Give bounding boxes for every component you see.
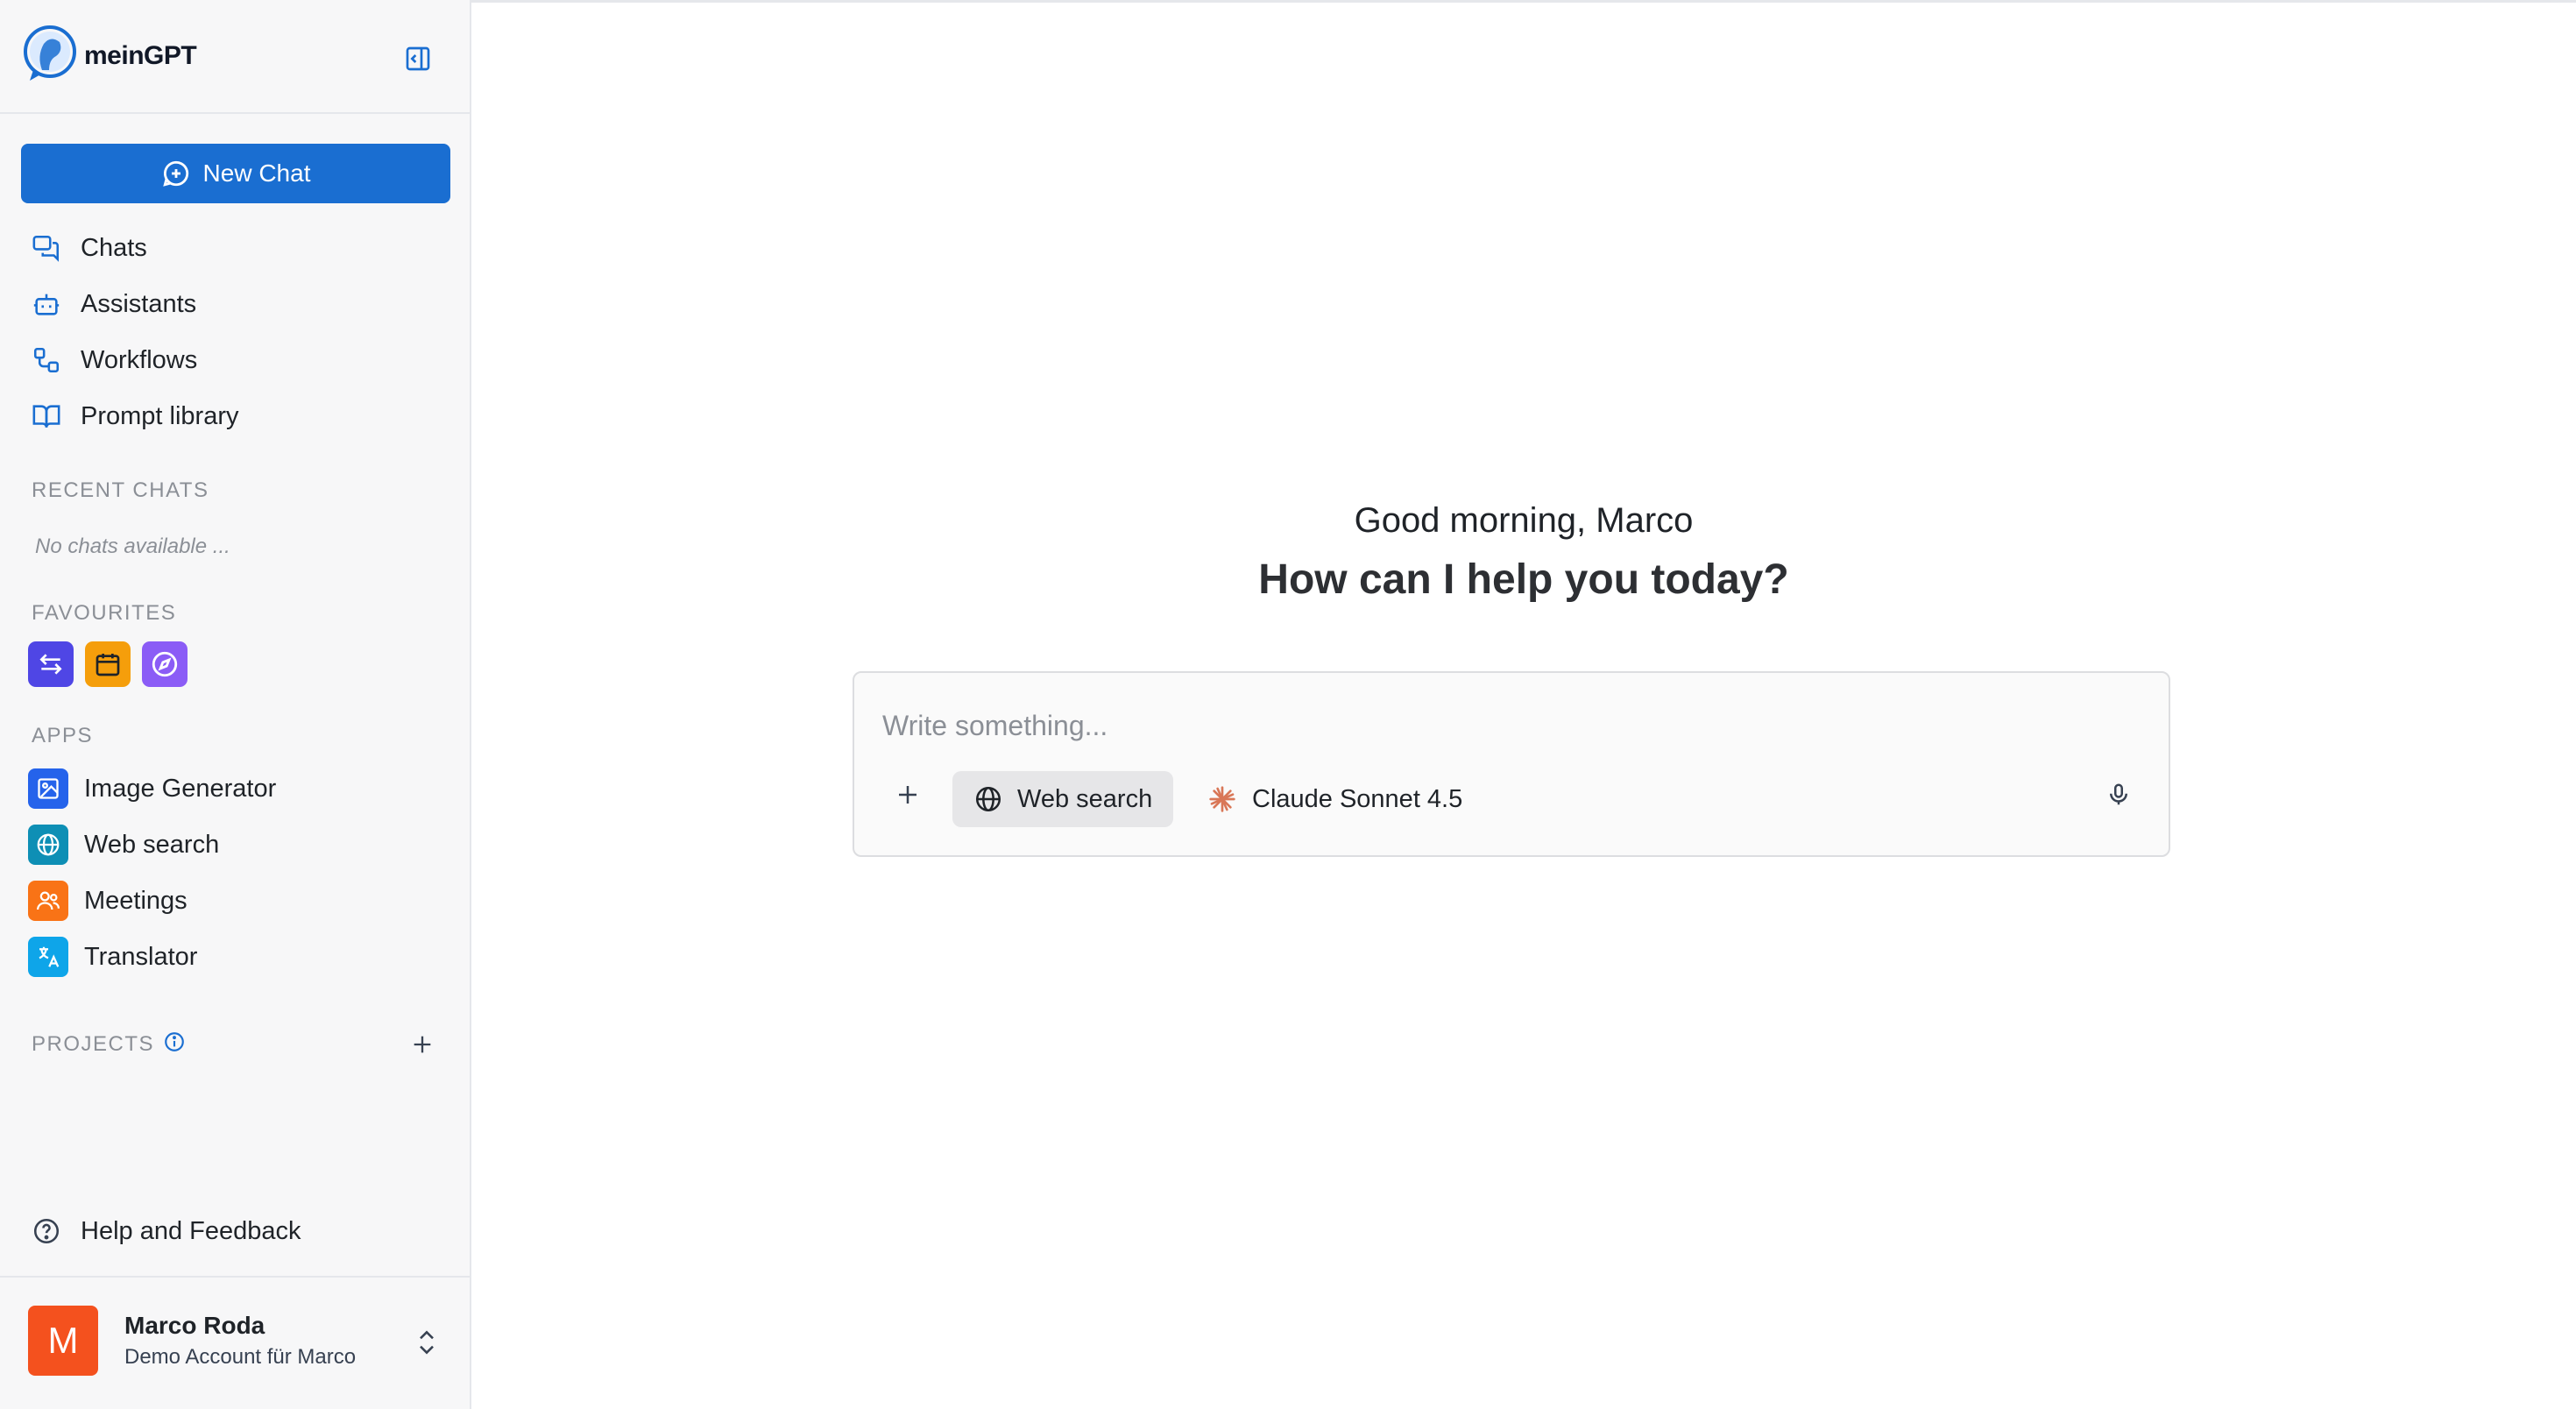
web-search-label: Web search [1017,784,1153,813]
voice-input-button[interactable] [2098,775,2139,815]
plus-icon [414,1036,431,1053]
user-account: Demo Account für Marco [124,1345,357,1369]
meingpt-logo-icon [23,25,77,87]
app-name: meinGPT [84,40,197,70]
app-image-generator[interactable]: Image Generator [28,768,276,809]
chats-icon [30,231,63,265]
favourite-compass[interactable] [142,641,188,687]
workflow-icon [30,343,63,377]
book-icon [30,400,63,433]
nav-item-chats[interactable]: Chats [30,231,147,265]
plus-icon [899,786,916,804]
app-logo[interactable]: meinGPT [23,25,197,87]
help-icon [30,1214,63,1248]
collapse-sidebar-button[interactable] [400,42,436,75]
arrows-exchange-icon [39,654,62,675]
sidebar: meinGPT New Chat Chats Assistants Workfl… [0,0,471,1409]
projects-label: PROJECTS [32,1031,155,1056]
page-title: How can I help you today? [1258,556,1789,603]
projects-heading: PROJECTS [32,1030,186,1058]
nav-item-workflows[interactable]: Workflows [30,343,197,377]
model-label: Claude Sonnet 4.5 [1252,784,1463,813]
globe-icon [975,786,1001,812]
compass-icon [152,651,178,677]
favourites-heading: FAVOURITES [32,601,177,625]
greeting: Good morning, Marco [1354,501,1694,540]
apps-heading: APPS [32,724,94,747]
user-profile[interactable]: M Marco Roda Demo Account für Marco [28,1306,356,1376]
account-switcher-button[interactable] [412,1325,442,1360]
app-label: Meetings [84,886,188,915]
help-and-feedback[interactable]: Help and Feedback [30,1214,301,1248]
nav-label: Assistants [81,289,197,318]
nav-label: Prompt library [81,401,239,430]
info-icon[interactable] [163,1030,186,1058]
sidebar-footer-divider [0,1276,470,1278]
nav-item-assistants[interactable]: Assistants [30,287,196,321]
add-project-button[interactable] [405,1027,440,1062]
app-web-search[interactable]: Web search [28,825,219,865]
chevron-up-down-icon [420,1330,434,1355]
nav-label: Chats [81,233,147,262]
translate-icon [28,937,68,977]
app-meetings[interactable]: Meetings [28,881,188,921]
main-top-border [471,0,2576,3]
app-translator[interactable]: Translator [28,937,197,977]
user-info: Marco Roda Demo Account für Marco [124,1312,356,1370]
sidebar-collapse-icon [406,46,430,71]
globe-icon [28,825,68,865]
new-chat-label: New Chat [202,159,311,187]
chat-composer: Web search Claude Sonnet 4.5 [853,671,2170,857]
favourite-calendar[interactable] [85,641,131,687]
microphone-icon [2110,783,2127,805]
help-label: Help and Feedback [81,1216,301,1245]
claude-sparkle-icon [1209,786,1235,812]
nav-item-prompt-library[interactable]: Prompt library [30,400,239,433]
favourite-exchange[interactable] [28,641,74,687]
people-icon [28,881,68,921]
message-input[interactable] [881,703,2111,748]
model-selector[interactable]: Claude Sonnet 4.5 [1208,771,1462,827]
web-search-toggle[interactable]: Web search [952,771,1174,827]
nav-label: Workflows [81,345,198,374]
no-chats-text: No chats available ... [35,535,230,558]
avatar: M [28,1306,98,1376]
sidebar-divider [0,112,470,114]
robot-icon [30,287,63,321]
app-label: Image Generator [84,774,277,803]
new-chat-icon [162,160,188,187]
new-chat-button[interactable]: New Chat [21,144,450,203]
app-label: Translator [84,942,198,971]
calendar-icon [96,654,120,676]
attach-button[interactable] [888,775,928,815]
app-label: Web search [84,830,220,859]
user-name: Marco Roda [124,1312,265,1339]
recent-chats-heading: RECENT CHATS [32,478,209,502]
image-icon [28,768,68,809]
